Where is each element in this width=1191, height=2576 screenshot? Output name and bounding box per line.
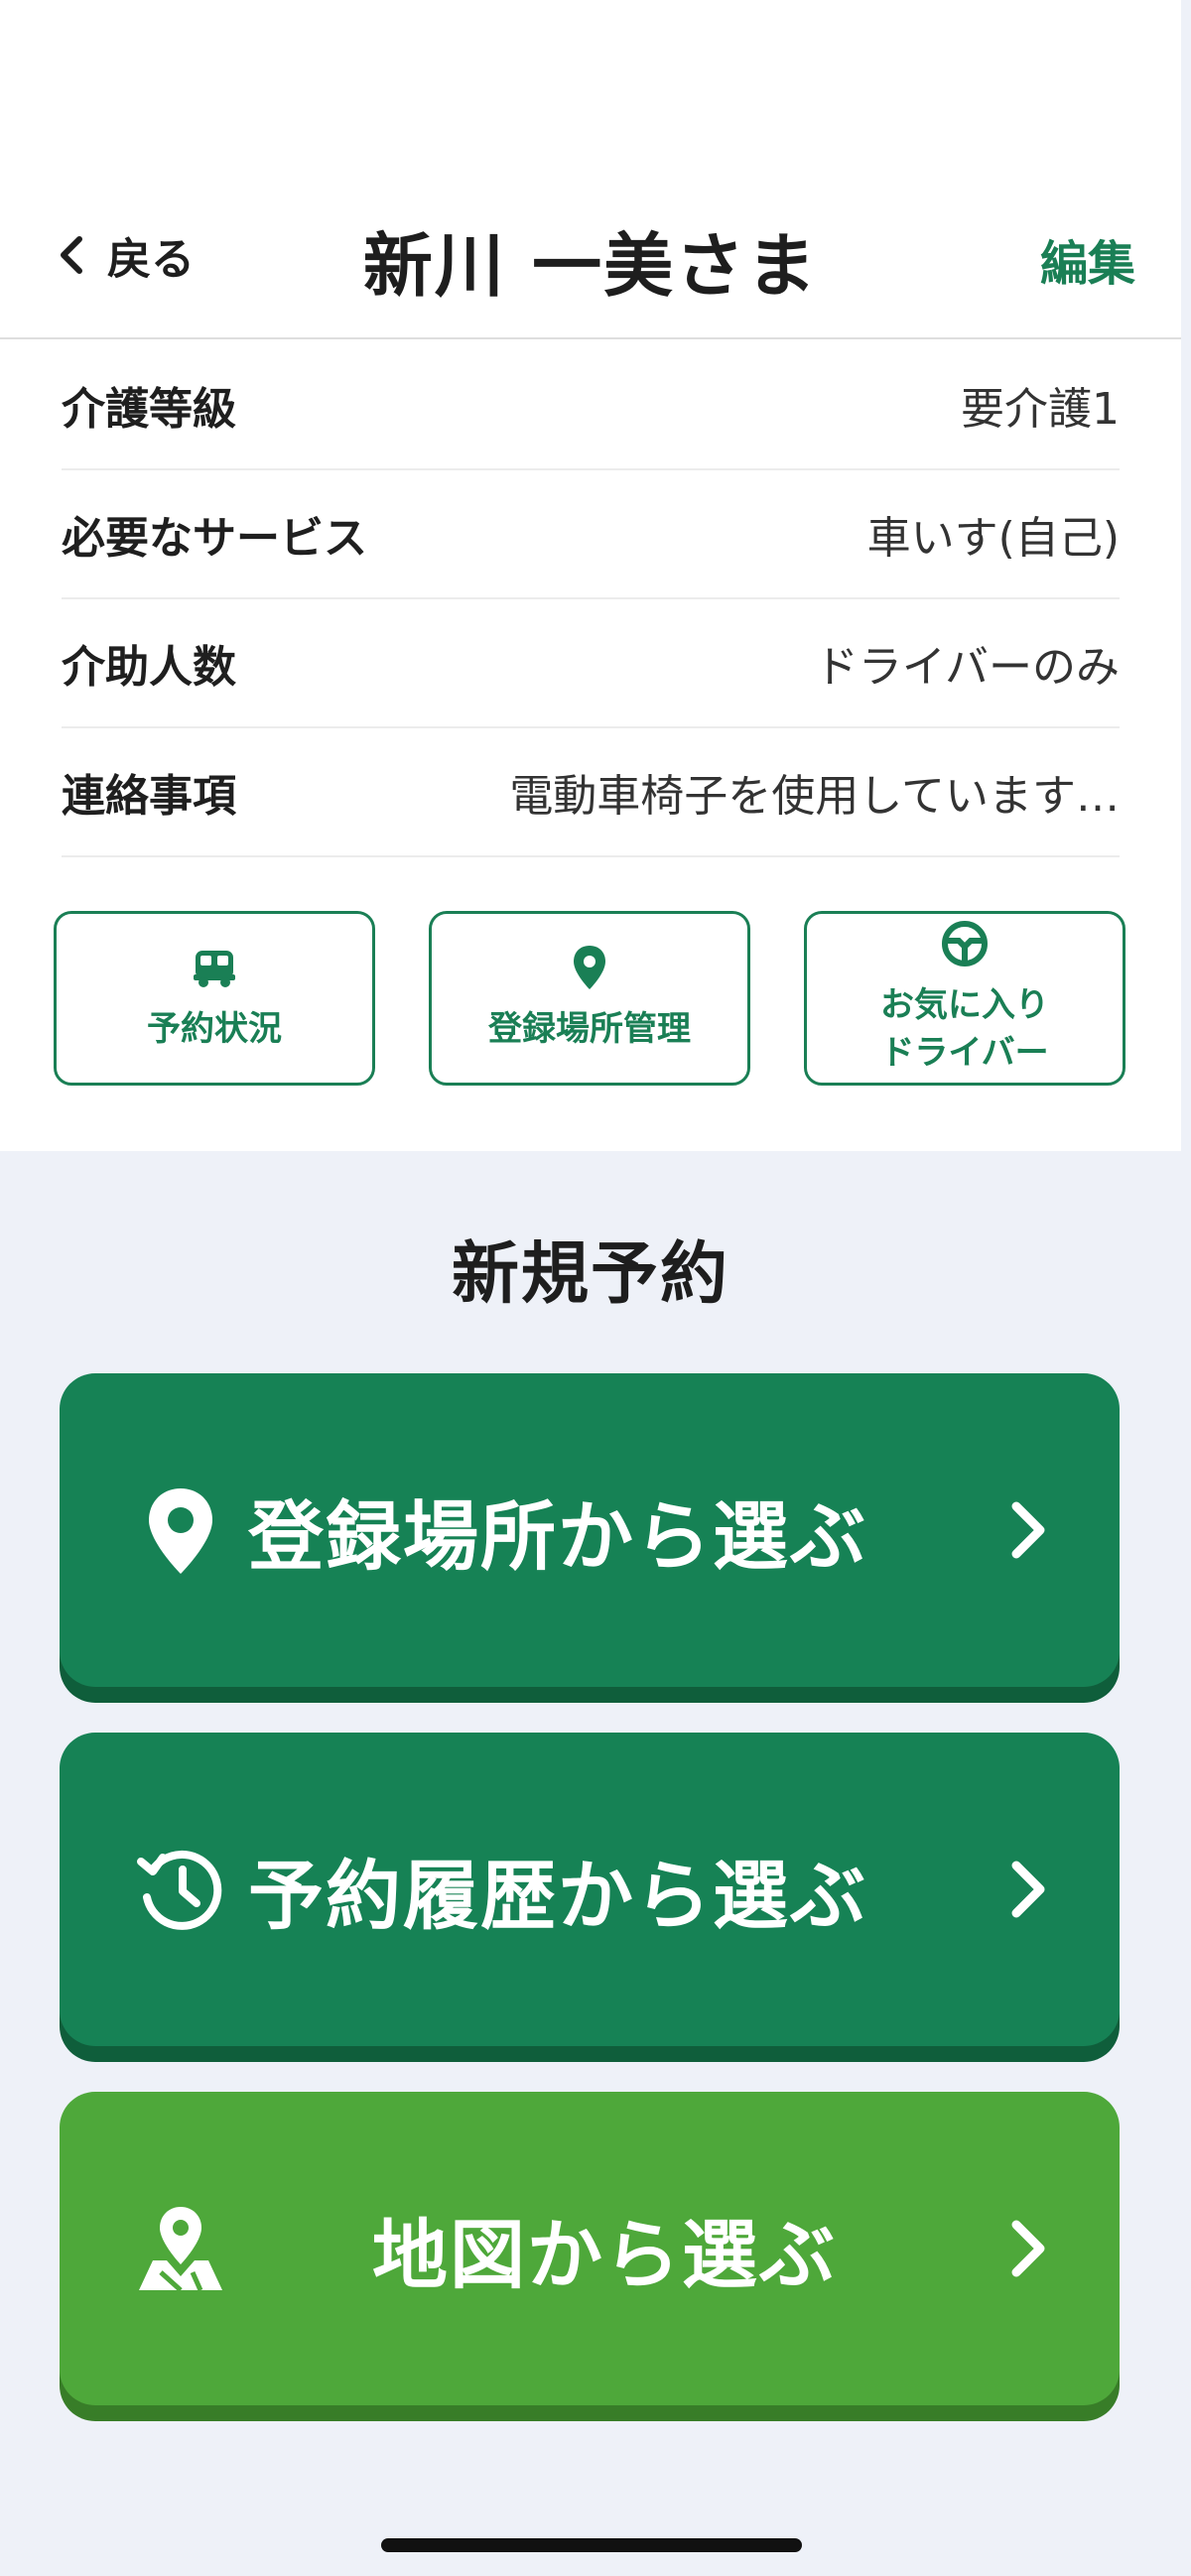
new-booking-title: 新規予約 xyxy=(451,1235,729,1314)
map-location-icon xyxy=(139,2207,222,2292)
back-button[interactable]: 戻る xyxy=(52,220,195,290)
info-value: 車いす(自己) xyxy=(866,513,1120,564)
map-pin-icon xyxy=(574,946,605,990)
quick-actions: 予約状況 登録場所管理 お気に入り ドライバー xyxy=(54,911,1125,1086)
map-pin-icon xyxy=(149,1488,212,1574)
quick-action-label: お気に入り ドライバー xyxy=(880,985,1049,1073)
edit-button[interactable]: 編集 xyxy=(1040,224,1135,294)
favorite-drivers-button[interactable]: お気に入り ドライバー xyxy=(804,911,1125,1086)
button-label: 登録場所から選ぶ xyxy=(248,1492,867,1581)
chevron-right-icon xyxy=(1011,1501,1045,1559)
user-info-list: 介護等級 要介護1 必要なサービス 車いす(自己) 介助人数 ドライバーのみ 連… xyxy=(62,341,1120,857)
info-value: ドライバーのみ xyxy=(814,642,1120,693)
info-value: 要介護1 xyxy=(961,384,1120,435)
back-label: 戻る xyxy=(107,234,195,285)
info-row-required-service: 必要なサービス 車いす(自己) xyxy=(62,470,1120,599)
select-from-history-button[interactable]: 予約履歴から選ぶ xyxy=(60,1733,1120,2046)
info-label: 必要なサービス xyxy=(62,513,367,564)
quick-action-label: 予約状況 xyxy=(147,1009,282,1050)
info-row-notes: 連絡事項 電動車椅子を使用しています… xyxy=(62,728,1120,857)
quick-action-label: 登録場所管理 xyxy=(488,1009,691,1050)
info-row-care-level: 介護等級 要介護1 xyxy=(62,341,1120,470)
button-label: 予約履歴から選ぶ xyxy=(248,1852,867,1940)
navigation-bar: 戻る 新川 一美さま 編集 xyxy=(0,169,1181,339)
profile-panel: 戻る 新川 一美さま 編集 介護等級 要介護1 必要なサービス 車いす(自己) … xyxy=(0,0,1181,1151)
chevron-right-icon xyxy=(1011,2220,1045,2277)
registered-places-button[interactable]: 登録場所管理 xyxy=(429,911,750,1086)
select-from-map-button[interactable]: 地図から選ぶ xyxy=(60,2092,1120,2405)
steering-wheel-icon xyxy=(942,921,988,967)
chevron-left-icon xyxy=(61,236,82,274)
screen: 戻る 新川 一美さま 編集 介護等級 要介護1 必要なサービス 車いす(自己) … xyxy=(0,0,1191,2576)
info-label: 介助人数 xyxy=(62,642,236,693)
info-label: 連絡事項 xyxy=(62,771,236,822)
select-from-registered-places-button[interactable]: 登録場所から選ぶ xyxy=(60,1373,1120,1687)
car-icon xyxy=(194,951,235,988)
chevron-right-icon xyxy=(1011,1861,1045,1918)
reservation-status-button[interactable]: 予約状況 xyxy=(54,911,375,1086)
info-value: 電動車椅子を使用しています… xyxy=(509,771,1120,822)
info-row-assistant-count: 介助人数 ドライバーのみ xyxy=(62,599,1120,728)
info-label: 介護等級 xyxy=(62,384,236,435)
home-indicator[interactable] xyxy=(381,2538,802,2552)
page-title: 新川 一美さま xyxy=(362,225,819,307)
button-label: 地図から選ぶ xyxy=(372,2211,837,2299)
history-icon xyxy=(137,1850,222,1930)
